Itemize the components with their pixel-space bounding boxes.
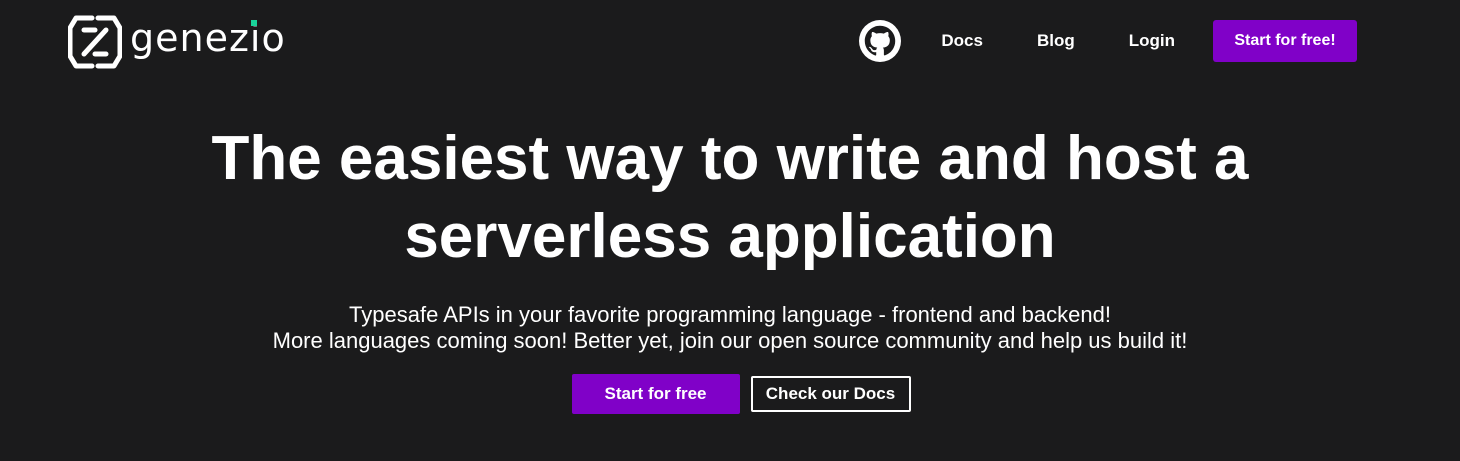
hero-subtitle-line-1: Typesafe APIs in your favorite programmi… — [349, 302, 1111, 327]
hero-title-line-1: The easiest way to write and host a — [211, 124, 1249, 193]
nav-login-link[interactable]: Login — [1129, 31, 1175, 51]
hero-subtitle: Typesafe APIs in your favorite programmi… — [0, 302, 1460, 354]
github-link[interactable] — [859, 20, 902, 62]
nav-start-free-button[interactable]: Start for free! — [1213, 20, 1357, 62]
hero-section: The easiest way to write and host a serv… — [0, 120, 1460, 414]
brand-name: genezio — [130, 16, 286, 60]
hero-title-line-2: serverless application — [404, 202, 1056, 271]
genezio-logo[interactable]: genezio — [68, 14, 286, 70]
genezio-logo-icon — [68, 15, 122, 69]
top-navbar: genezio Docs Blog Login Start for free! — [0, 0, 1460, 84]
start-for-free-button[interactable]: Start for free — [571, 374, 740, 414]
brand-accent-dot — [251, 20, 257, 26]
nav-blog-link[interactable]: Blog — [1037, 31, 1075, 51]
check-docs-button[interactable]: Check our Docs — [750, 376, 911, 412]
nav-links: Docs Blog Login Start for free! — [859, 20, 1357, 62]
hero-title: The easiest way to write and host a serv… — [170, 120, 1290, 276]
github-icon — [859, 20, 902, 62]
hero-cta-row: Start for free Check our Docs — [0, 374, 1460, 414]
hero-subtitle-line-2: More languages coming soon! Better yet, … — [272, 328, 1188, 353]
nav-docs-link[interactable]: Docs — [941, 31, 983, 51]
